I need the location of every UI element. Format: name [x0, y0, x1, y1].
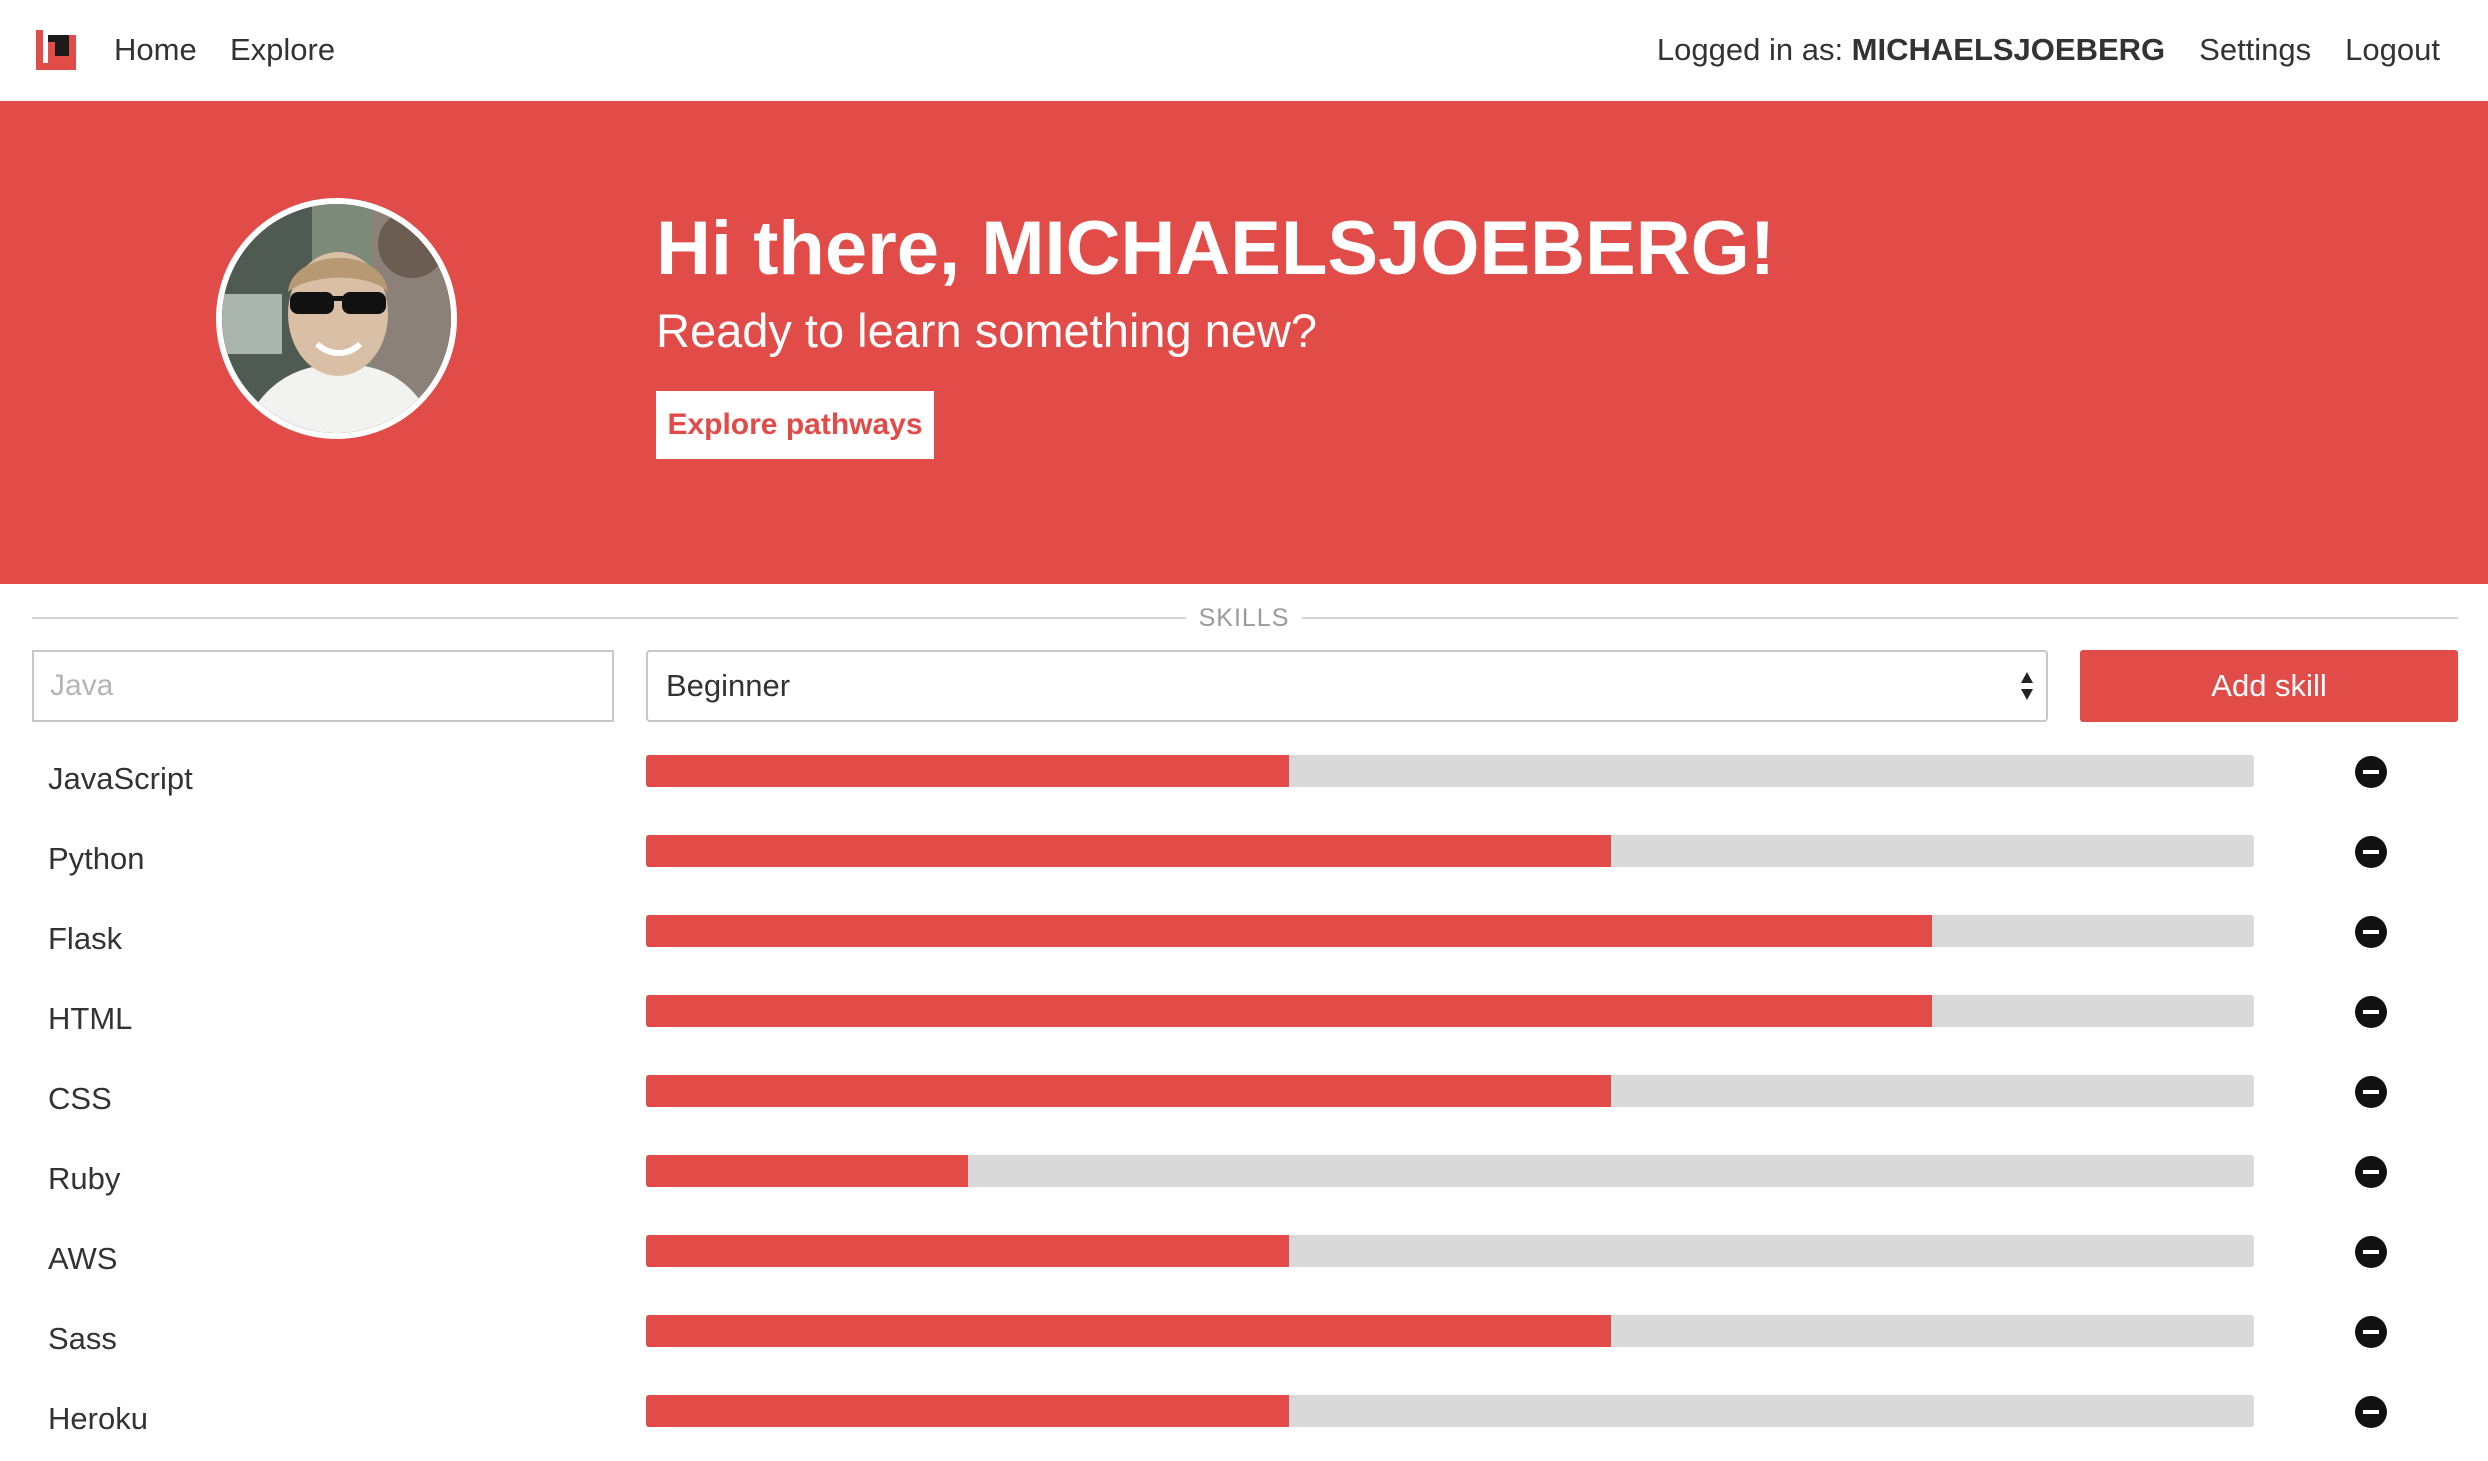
logged-in-status: Logged in as: MICHAELSJOEBERG — [1657, 28, 2165, 72]
add-skill-button[interactable]: Add skill — [2080, 650, 2458, 722]
skill-level-fill — [646, 1235, 1290, 1267]
remove-skill-icon[interactable] — [2355, 1236, 2387, 1268]
remove-skill-icon[interactable] — [2355, 836, 2387, 868]
top-nav: Home Explore Logged in as: MICHAELSJOEBE… — [0, 0, 2488, 101]
avatar-photo — [222, 204, 451, 433]
skill-name: AWS — [48, 1241, 118, 1276]
skill-row: HTML — [0, 981, 2488, 1061]
remove-skill-icon[interactable] — [2355, 756, 2387, 788]
skill-row: Python — [0, 821, 2488, 901]
nav-settings-link[interactable]: Settings — [2199, 28, 2311, 72]
skill-name: Heroku — [48, 1401, 148, 1436]
skill-level-fill — [646, 1395, 1290, 1427]
remove-skill-icon[interactable] — [2355, 1156, 2387, 1188]
skill-name: HTML — [48, 1001, 133, 1036]
select-arrows-icon — [2021, 672, 2033, 700]
skill-level-value: Beginner — [666, 668, 791, 703]
skill-name: Sass — [48, 1321, 117, 1356]
hero-banner: Hi there, MICHAELSJOEBERG! Ready to lear… — [0, 101, 2488, 584]
skill-level-fill — [646, 995, 1933, 1027]
skill-row: AWS — [0, 1221, 2488, 1301]
skill-level-bar — [646, 1155, 2254, 1187]
remove-skill-icon[interactable] — [2355, 996, 2387, 1028]
nav-user-area: Logged in as: MICHAELSJOEBERG Settings L… — [1657, 28, 2440, 72]
hero-subtitle: Ready to learn something new? — [656, 304, 1318, 357]
skill-row: Ruby — [0, 1141, 2488, 1221]
skill-level-fill — [646, 755, 1290, 787]
divider-line-right — [1302, 617, 2458, 619]
remove-skill-icon[interactable] — [2355, 1316, 2387, 1348]
remove-skill-icon[interactable] — [2355, 916, 2387, 948]
avatar — [216, 198, 457, 439]
skill-level-bar — [646, 1235, 2254, 1267]
skill-name: CSS — [48, 1081, 112, 1116]
skill-name: Python — [48, 841, 145, 876]
skill-row: Heroku — [0, 1381, 2488, 1461]
skill-name-input[interactable] — [32, 650, 614, 722]
nav-home-link[interactable]: Home — [114, 28, 197, 72]
nav-explore-link[interactable]: Explore — [230, 28, 335, 72]
skill-name: JavaScript — [48, 761, 193, 796]
skill-row: CSS — [0, 1061, 2488, 1141]
skill-level-bar — [646, 1395, 2254, 1427]
skill-row: Sass — [0, 1301, 2488, 1381]
skill-level-select[interactable]: Beginner — [646, 650, 2048, 722]
skills-divider: SKILLS — [32, 601, 2458, 635]
logged-in-prefix: Logged in as: — [1656, 32, 1852, 67]
explore-pathways-button[interactable]: Explore pathways — [656, 391, 934, 459]
skill-level-fill — [646, 1075, 1611, 1107]
skill-level-fill — [646, 1315, 1611, 1347]
skill-level-bar — [646, 1315, 2254, 1347]
skill-name: Flask — [48, 921, 123, 956]
skill-level-bar — [646, 755, 2254, 787]
logo-icon[interactable] — [36, 30, 76, 70]
skill-level-bar — [646, 835, 2254, 867]
skills-section-label: SKILLS — [1198, 604, 1290, 632]
remove-skill-icon[interactable] — [2355, 1396, 2387, 1428]
skill-level-fill — [646, 915, 1933, 947]
skill-row: JavaScript — [0, 741, 2488, 821]
skill-level-bar — [646, 1075, 2254, 1107]
skill-level-bar — [646, 995, 2254, 1027]
nav-logout-link[interactable]: Logout — [2345, 28, 2440, 72]
divider-line-left — [32, 617, 1186, 619]
skill-level-bar — [646, 915, 2254, 947]
logged-in-username: MICHAELSJOEBERG — [1851, 32, 2166, 67]
skill-name: Ruby — [48, 1161, 121, 1196]
skill-level-fill — [646, 1155, 968, 1187]
skill-level-fill — [646, 835, 1611, 867]
hero-title: Hi there, MICHAELSJOEBERG! — [656, 206, 1776, 291]
remove-skill-icon[interactable] — [2355, 1076, 2387, 1108]
skill-row: Flask — [0, 901, 2488, 981]
